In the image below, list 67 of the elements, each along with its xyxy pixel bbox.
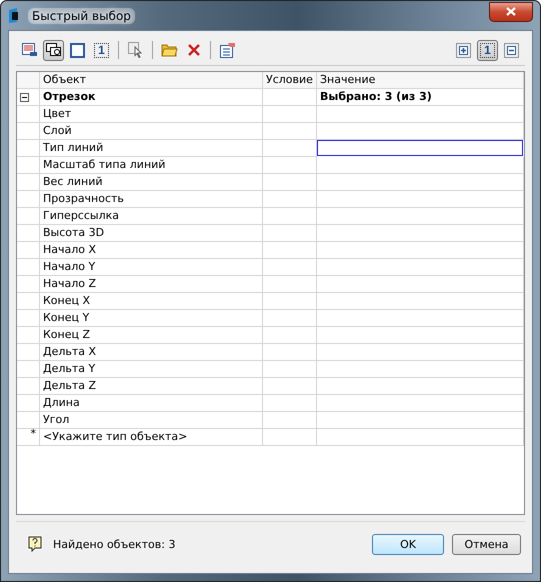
column-header[interactable]: Значение: [317, 72, 524, 89]
table-cell: [263, 412, 317, 429]
column-header[interactable]: Объект: [40, 72, 263, 89]
table-cell: [263, 174, 317, 191]
cursor-icon: [128, 42, 144, 58]
ok-button[interactable]: OK: [372, 534, 444, 554]
toolbar-button[interactable]: [43, 40, 64, 60]
property-name[interactable]: Дельта X: [40, 344, 263, 361]
toolbar-button[interactable]: 1: [91, 40, 112, 60]
property-name[interactable]: Тип линий: [40, 140, 263, 157]
table-cell: [263, 140, 317, 157]
expand-icon: [456, 42, 471, 58]
table-cell: [263, 208, 317, 225]
property-name[interactable]: Дельта Z: [40, 378, 263, 395]
help-icon: [28, 536, 42, 552]
new-row-prompt[interactable]: <Укажите тип объекта>: [40, 429, 263, 446]
table-view-icon: [22, 43, 38, 57]
property-name[interactable]: Длина: [40, 395, 263, 412]
property-name[interactable]: Конец Z: [40, 327, 263, 344]
group-value: Выбрано: 3 (из 3): [317, 89, 524, 106]
delete-icon: [186, 43, 200, 57]
row-header: *: [17, 429, 40, 446]
table-cell: [263, 242, 317, 259]
property-name[interactable]: Прозрачность: [40, 191, 263, 208]
property-name[interactable]: Слой: [40, 123, 263, 140]
close-button[interactable]: [489, 2, 533, 22]
property-name[interactable]: Цвет: [40, 106, 263, 123]
property-name[interactable]: Начало X: [40, 242, 263, 259]
table-cell: [263, 157, 317, 174]
group-name: Отрезок: [40, 89, 263, 106]
table-cell: [263, 225, 317, 242]
close-icon: [506, 7, 516, 16]
property-name[interactable]: Конец Y: [40, 310, 263, 327]
table-cell: [263, 310, 317, 327]
square-icon: [70, 42, 85, 58]
table-cell: [263, 191, 317, 208]
property-name[interactable]: Дельта Y: [40, 361, 263, 378]
table-cell: [263, 361, 317, 378]
table-cell: [263, 378, 317, 395]
table-cell: [263, 106, 317, 123]
property-name[interactable]: Масштаб типа линий: [40, 157, 263, 174]
value-cell[interactable]: [317, 140, 523, 156]
property-name[interactable]: Конец X: [40, 293, 263, 310]
collapse-icon[interactable]: [20, 92, 29, 102]
collapse-icon: [504, 42, 519, 58]
windows-icon: [46, 43, 62, 57]
column-header[interactable]: Условие: [263, 72, 317, 89]
property-name[interactable]: Начало Y: [40, 259, 263, 276]
table-cell: [263, 89, 317, 106]
status-text: Найдено объектов: 3: [53, 538, 176, 550]
table-cell: [263, 344, 317, 361]
form-icon: [220, 42, 236, 58]
table-cell: [263, 276, 317, 293]
property-name[interactable]: Угол: [40, 412, 263, 429]
toolbar-button[interactable]: 1: [477, 40, 498, 60]
table-cell: [263, 395, 317, 412]
table-cell: [263, 429, 317, 446]
table-cell: [263, 293, 317, 310]
table-cell: [263, 327, 317, 344]
property-name[interactable]: Вес линий: [40, 174, 263, 191]
folder-icon: [161, 43, 178, 57]
property-name[interactable]: Начало Z: [40, 276, 263, 293]
cancel-button[interactable]: Отмена: [452, 534, 521, 554]
property-name[interactable]: Высота 3D: [40, 225, 263, 242]
table-cell: [263, 123, 317, 140]
property-name[interactable]: Гиперссылка: [40, 208, 263, 225]
table-cell: [263, 259, 317, 276]
